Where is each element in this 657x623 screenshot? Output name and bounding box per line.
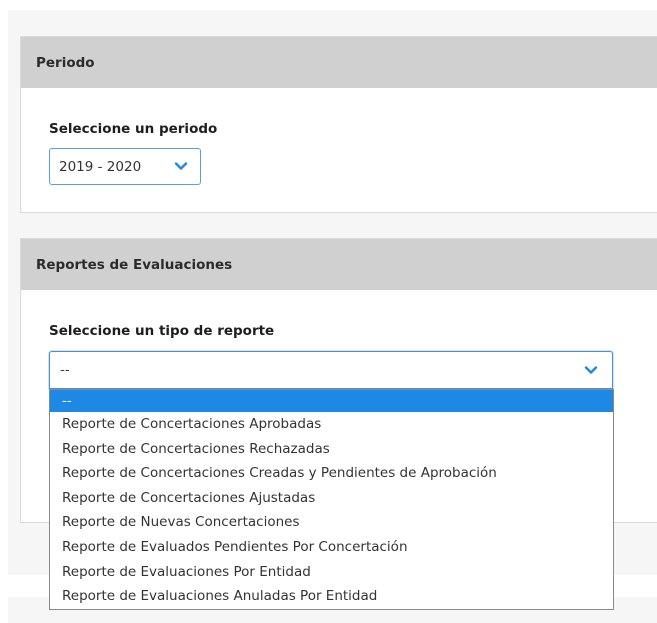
dropdown-option[interactable]: Reporte de Concertaciones Rechazadas bbox=[50, 437, 613, 462]
dropdown-option[interactable]: Reporte de Concertaciones Ajustadas bbox=[50, 486, 613, 511]
reporte-field-label: Seleccione un tipo de reporte bbox=[49, 323, 275, 339]
dropdown-option[interactable]: Reporte de Evaluaciones Por Entidad bbox=[50, 560, 613, 585]
dropdown-option[interactable]: Reporte de Nuevas Concertaciones bbox=[50, 510, 613, 535]
periodo-card: Periodo Seleccione un periodo 2019 - 202… bbox=[20, 36, 657, 213]
periodo-card-title: Periodo bbox=[36, 54, 95, 71]
reporte-dropdown-list: -- Reporte de Concertaciones Aprobadas R… bbox=[49, 389, 614, 610]
reportes-card-title: Reportes de Evaluaciones bbox=[36, 256, 233, 273]
chevron-down-icon bbox=[584, 366, 598, 374]
periodo-card-header: Periodo bbox=[21, 37, 657, 88]
periodo-field-label: Seleccione un periodo bbox=[49, 121, 218, 137]
chevron-down-icon bbox=[174, 162, 188, 170]
dropdown-option[interactable]: Reporte de Evaluados Pendientes Por Conc… bbox=[50, 535, 613, 560]
reportes-card-header: Reportes de Evaluaciones bbox=[21, 239, 657, 290]
dropdown-option[interactable]: Reporte de Concertaciones Creadas y Pend… bbox=[50, 461, 613, 486]
dropdown-option[interactable]: Reporte de Concertaciones Aprobadas bbox=[50, 412, 613, 437]
dropdown-option[interactable]: -- bbox=[50, 390, 613, 412]
periodo-select-value: 2019 - 2020 bbox=[59, 158, 142, 175]
reporte-type-select[interactable]: -- bbox=[49, 351, 613, 389]
periodo-select[interactable]: 2019 - 2020 bbox=[49, 148, 201, 185]
dropdown-option[interactable]: Reporte de Evaluaciones Anuladas Por Ent… bbox=[50, 584, 613, 609]
reporte-select-value: -- bbox=[60, 362, 70, 378]
